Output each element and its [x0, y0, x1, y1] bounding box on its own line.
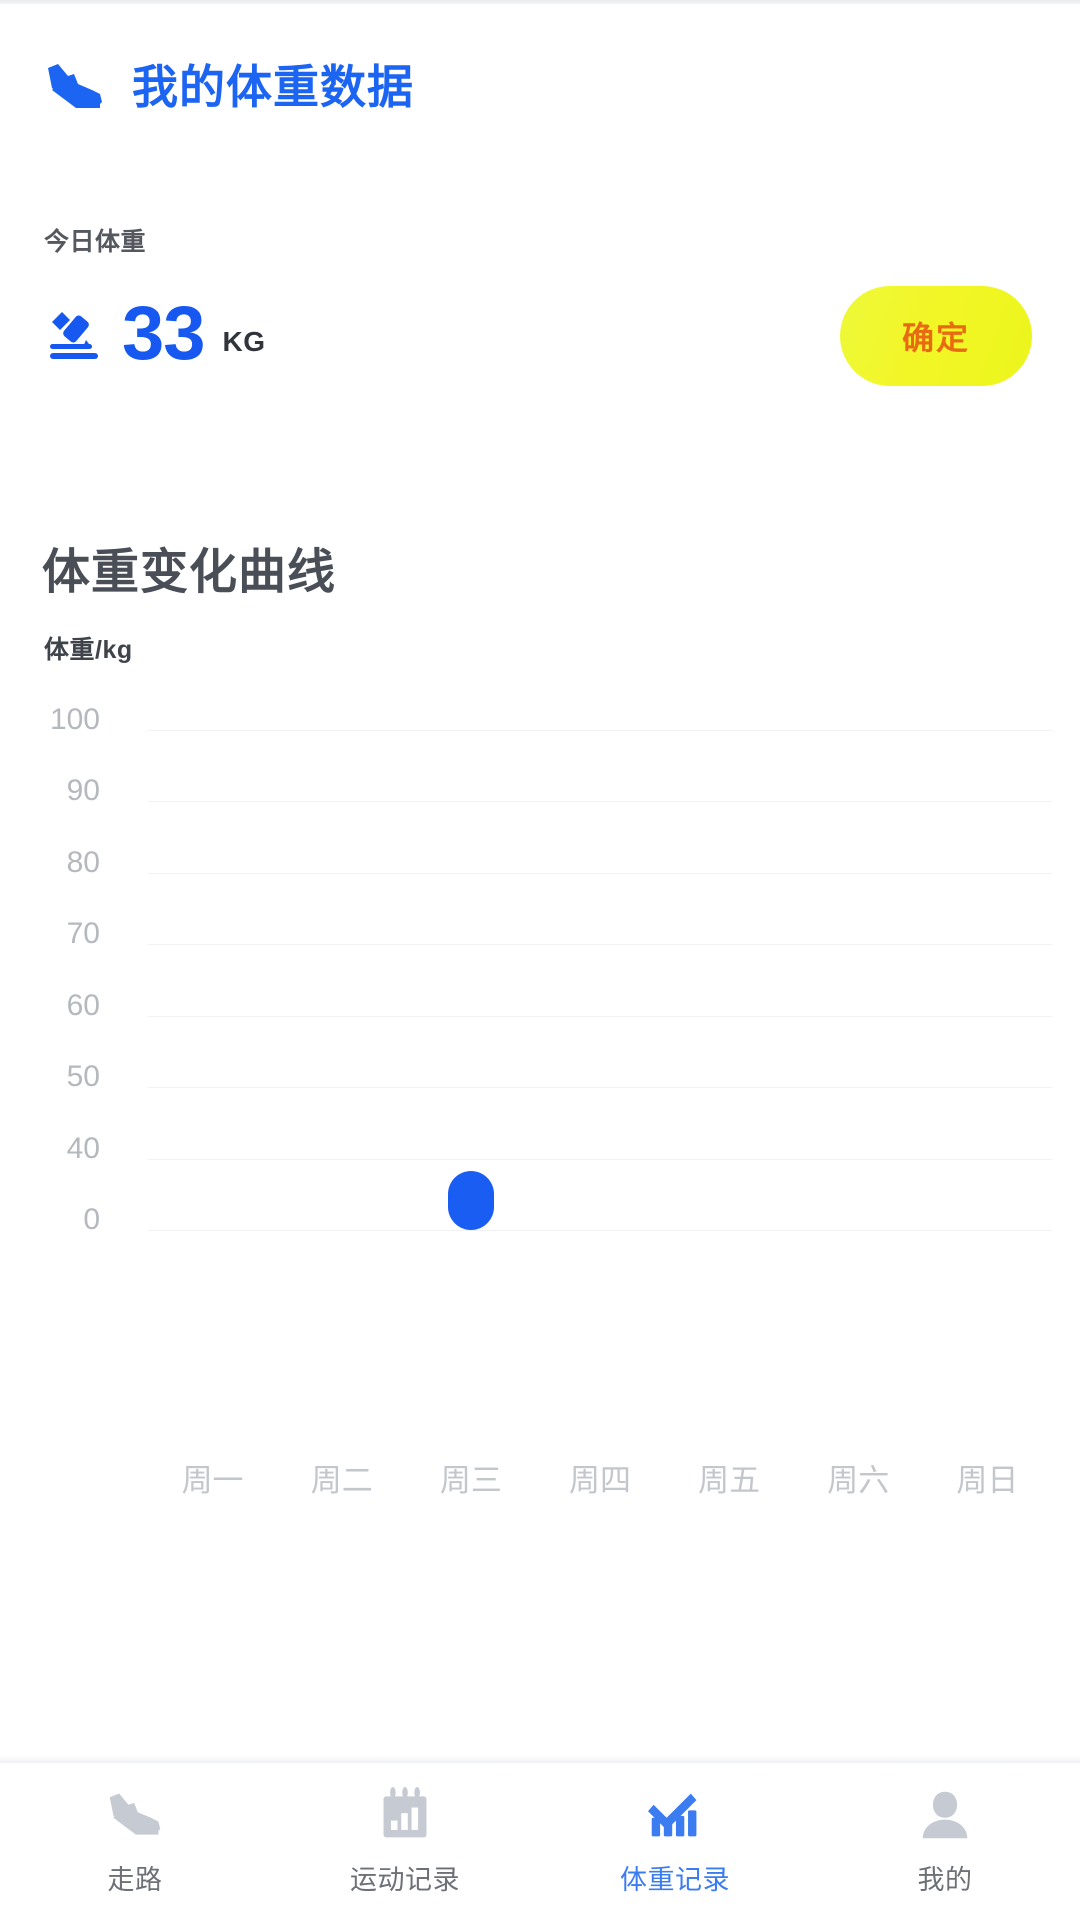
x-axis-tick: 周五 [698, 1463, 761, 1498]
today-weight-row: 33 KG 确定 [0, 286, 1080, 410]
gridline [148, 1230, 1052, 1231]
chart-x-axis: 周一 周二 周三 周四 周五 周六 周日 [148, 1455, 1052, 1500]
x-axis-tick: 周六 [827, 1463, 890, 1498]
x-axis-tick: 周三 [439, 1463, 502, 1498]
person-icon [914, 1786, 976, 1844]
chart-y-axis-name: 体重/kg [44, 636, 133, 664]
tab-label: 走路 [107, 1865, 163, 1895]
shoe-icon [104, 1786, 166, 1844]
tab-我的[interactable]: 我的 [810, 1763, 1080, 1920]
chart-bars [0, 730, 1080, 1230]
bar-周三[interactable] [447, 1171, 494, 1230]
bottom-tab-bar: 走路 运动记录 体重记录 我的 [0, 1755, 1080, 1920]
confirm-button[interactable]: 确定 [840, 286, 1032, 386]
page-title: 我的体重数据 [132, 61, 414, 113]
weight-scale-pencil-icon [44, 304, 104, 364]
x-axis-tick: 周四 [568, 1463, 631, 1498]
weight-value-group: 33 KG [44, 291, 266, 376]
x-axis-tick: 周日 [956, 1463, 1019, 1498]
app-screen: 我的体重数据 今日体重 33 KG 确定 体重变化曲线 体重/kg 100 90 8… [0, 0, 1080, 1920]
page-header: 我的体重数据 [44, 62, 414, 112]
tab-体重记录[interactable]: 体重记录 [540, 1763, 810, 1920]
x-axis-tick: 周二 [310, 1463, 373, 1498]
tab-走路[interactable]: 走路 [0, 1763, 270, 1920]
chart-title: 体重变化曲线 [42, 546, 337, 599]
chart-board-icon [374, 1786, 436, 1844]
tab-label: 我的 [917, 1865, 973, 1895]
tab-运动记录[interactable]: 运动记录 [270, 1763, 540, 1920]
gridline-row: 0 [0, 1203, 1080, 1236]
tab-label: 体重记录 [620, 1865, 730, 1895]
today-weight-label: 今日体重 [44, 228, 147, 256]
weight-unit: KG [222, 326, 266, 358]
tab-label: 运动记录 [350, 1865, 460, 1895]
check-bars-icon [644, 1786, 706, 1844]
x-axis-tick: 周一 [181, 1463, 244, 1498]
shoe-icon [44, 62, 106, 112]
weight-value: 33 [122, 291, 206, 376]
weight-chart: 100 90 80 70 60 50 40 0 [0, 703, 1080, 1236]
top-divider [0, 0, 1080, 4]
